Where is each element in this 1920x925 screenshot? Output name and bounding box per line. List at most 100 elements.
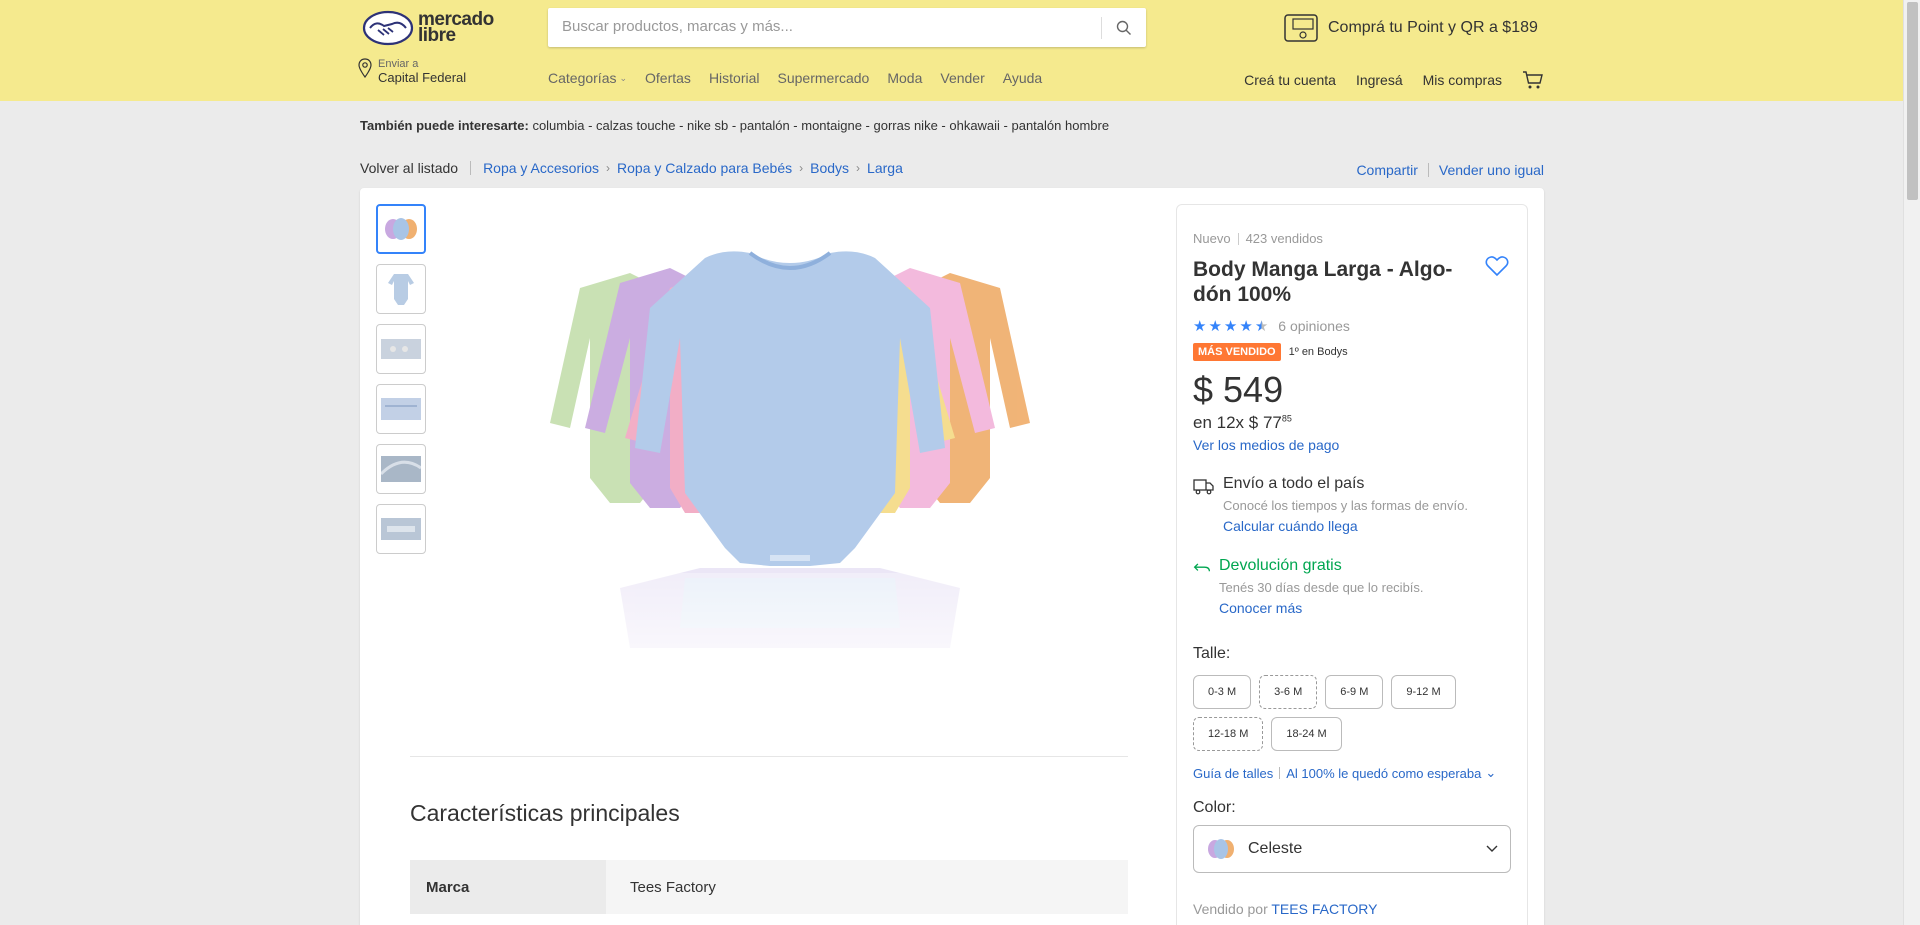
- size-fit-text[interactable]: Al 100% le quedó como esperaba: [1286, 766, 1481, 781]
- back-to-list-link[interactable]: Volver al listado: [360, 160, 458, 176]
- thumbnail-2[interactable]: [376, 264, 426, 314]
- half-star-icon: ★: [1254, 318, 1269, 335]
- shipping-location[interactable]: Enviar a Capital Federal: [358, 58, 488, 88]
- table-row: Marca Tees Factory: [410, 860, 1128, 914]
- size-option[interactable]: 9-12 M: [1391, 675, 1456, 709]
- cart-icon[interactable]: [1522, 70, 1544, 90]
- product-card: Características principales Marca Tees F…: [360, 188, 1544, 925]
- logo-text: mercado libre: [418, 9, 494, 46]
- best-seller-badge: MÁS VENDIDO: [1193, 343, 1281, 361]
- seller-link[interactable]: TEES FACTORY: [1271, 901, 1377, 917]
- rating-count: 6 opiniones: [1278, 318, 1350, 334]
- installments-cents: 85: [1281, 413, 1292, 424]
- related-label: También puede interesarte:: [360, 118, 529, 133]
- nav-ofertas[interactable]: Ofertas: [645, 70, 691, 86]
- sleeve-detail-thumbnail-image: [381, 398, 421, 420]
- location-pin-icon: [358, 58, 372, 78]
- scrollbar-thumb[interactable]: [1907, 2, 1918, 200]
- login-link[interactable]: Ingresá: [1356, 72, 1403, 88]
- calculate-delivery-link[interactable]: Calcular cuándo llega: [1223, 518, 1468, 534]
- location-label: Enviar a: [378, 58, 419, 70]
- star-icon: ★: [1193, 318, 1207, 335]
- best-seller-rank[interactable]: 1º en Bodys: [1289, 346, 1348, 358]
- chevron-right-icon: ›: [606, 161, 611, 175]
- color-select[interactable]: Celeste: [1193, 825, 1511, 873]
- chevron-down-icon: ⌄: [1485, 765, 1497, 780]
- breadcrumb-item[interactable]: Larga: [867, 160, 903, 176]
- nav-vender[interactable]: Vender: [940, 70, 984, 86]
- search-bar[interactable]: Buscar productos, marcas y más...: [548, 8, 1146, 47]
- rating[interactable]: ★ ★ ★ ★ ★ 6 opiniones: [1193, 317, 1350, 335]
- size-option[interactable]: 3-6 M: [1259, 675, 1318, 709]
- size-option[interactable]: 6-9 M: [1325, 675, 1384, 709]
- nav-ayuda[interactable]: Ayuda: [1003, 70, 1042, 86]
- nav-supermercado[interactable]: Supermercado: [778, 70, 870, 86]
- fabric-detail-thumbnail-image: [381, 339, 421, 359]
- shipping-title: Envío a todo el país: [1223, 475, 1365, 492]
- thumbnail-gallery: [376, 204, 426, 564]
- condition: Nuevo: [1193, 231, 1231, 246]
- size-guide-row[interactable]: Guía de talles Al 100% le quedó como esp…: [1193, 765, 1496, 781]
- header: mercado libre Buscar productos, marcas y…: [0, 0, 1903, 101]
- condition-divider: [1237, 232, 1239, 245]
- related-searches: También puede interesarte: columbia - ca…: [360, 118, 1109, 133]
- installments: en 12x $ 7785: [1193, 413, 1292, 432]
- size-guide-link[interactable]: Guía de talles: [1193, 766, 1273, 781]
- color-label: Color:: [1193, 799, 1236, 816]
- fabric-texture-thumbnail-image: [381, 456, 421, 482]
- return-title: Devolución gratis: [1219, 557, 1342, 574]
- search-icon: [1116, 20, 1131, 35]
- share-divider: [1427, 163, 1429, 177]
- learn-more-link[interactable]: Conocer más: [1219, 600, 1424, 616]
- product-main-image[interactable]: [510, 228, 1070, 708]
- payment-methods-link[interactable]: Ver los medios de pago: [1193, 437, 1339, 453]
- related-links[interactable]: columbia - calzas touche - nike sb - pan…: [532, 118, 1109, 133]
- product-title: Body Manga Larga - Algo-dón 100%: [1193, 258, 1453, 306]
- sell-same-link[interactable]: Vender uno igual: [1439, 162, 1544, 178]
- main-nav: Categorías ⌄ Ofertas Historial Supermerca…: [548, 70, 1060, 86]
- size-option[interactable]: 12-18 M: [1193, 717, 1264, 751]
- point-device-icon: [1284, 14, 1318, 42]
- size-options: 0-3 M 3-6 M 6-9 M 9-12 M 12-18 M 18-24 M: [1193, 675, 1523, 751]
- create-account-link[interactable]: Creá tu cuenta: [1244, 72, 1336, 88]
- breadcrumb-divider: [470, 161, 472, 175]
- bodysuit-thumbnail-image: [388, 274, 414, 305]
- specs-table: Marca Tees Factory: [410, 860, 1128, 914]
- chevron-right-icon: ›: [856, 161, 861, 175]
- nav-moda[interactable]: Moda: [887, 70, 922, 86]
- page-scrollbar[interactable]: [1903, 0, 1920, 925]
- heart-icon[interactable]: [1485, 255, 1509, 277]
- star-icon: ★: [1239, 318, 1253, 335]
- search-input[interactable]: Buscar productos, marcas y más...: [562, 18, 793, 35]
- return-info: Devolución gratis Tenés 30 días desde qu…: [1193, 557, 1513, 616]
- nav-historial[interactable]: Historial: [709, 70, 760, 86]
- truck-icon: [1193, 479, 1214, 495]
- breadcrumb-item[interactable]: Ropa y Accesorios: [483, 160, 599, 176]
- thumbnail-5[interactable]: [376, 444, 426, 494]
- chevron-right-icon: ›: [799, 161, 804, 175]
- star-icon: ★: [1208, 318, 1222, 335]
- share-link[interactable]: Compartir: [1356, 162, 1417, 178]
- chevron-down-icon: ⌄: [619, 72, 628, 83]
- thumbnail-4[interactable]: [376, 384, 426, 434]
- search-button[interactable]: [1102, 8, 1146, 47]
- breadcrumb-item[interactable]: Ropa y Calzado para Bebés: [617, 160, 792, 176]
- section-divider: [410, 756, 1128, 757]
- breadcrumb-item[interactable]: Bodys: [810, 160, 849, 176]
- thumbnail-3[interactable]: [376, 324, 426, 374]
- size-guide-divider: [1279, 767, 1281, 779]
- mercadolibre-logo[interactable]: mercado libre: [362, 10, 500, 46]
- thumbnail-1[interactable]: [376, 204, 426, 254]
- size-label: Talle:: [1193, 645, 1231, 662]
- thumbnail-6[interactable]: [376, 504, 426, 554]
- nav-categorias[interactable]: Categorías ⌄: [548, 70, 627, 86]
- share-actions: Compartir Vender uno igual: [1356, 162, 1544, 178]
- breadcrumb: Volver al listado Ropa y Accesorios › Ro…: [360, 160, 903, 176]
- best-seller-row: MÁS VENDIDO 1º en Bodys: [1193, 343, 1348, 361]
- size-option[interactable]: 0-3 M: [1193, 675, 1252, 709]
- condition-line: Nuevo 423 vendidos: [1193, 231, 1323, 246]
- size-option[interactable]: 18-24 M: [1271, 717, 1342, 751]
- color-value: Celeste: [1248, 840, 1303, 857]
- my-purchases-link[interactable]: Mis compras: [1423, 72, 1502, 88]
- promo-banner[interactable]: Comprá tu Point y QR a $189: [1284, 12, 1544, 44]
